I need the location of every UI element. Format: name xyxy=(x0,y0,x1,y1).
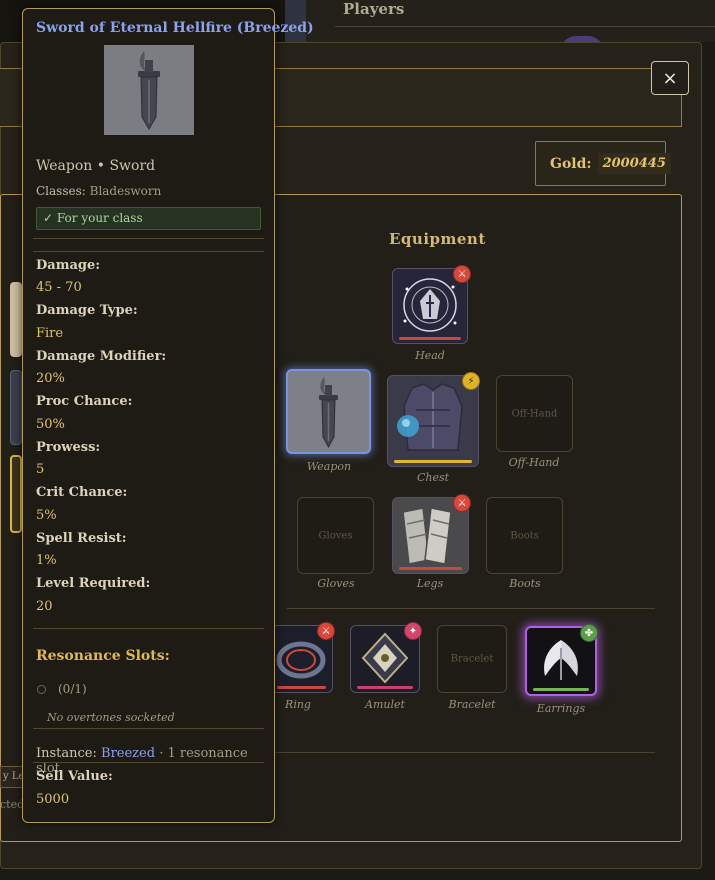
tooltip-divider xyxy=(33,762,264,763)
stat-label: Spell Resist: xyxy=(36,531,127,546)
earrings-durability-bar xyxy=(533,688,589,691)
stat-label: Prowess: xyxy=(36,440,101,455)
legs-caption: Legs xyxy=(416,577,444,590)
amulet-status-badge: ✦ xyxy=(404,622,422,640)
item-type: Weapon • Sword xyxy=(36,158,156,174)
legs-status-badge: ⚔ xyxy=(453,494,471,512)
stat-value: 20% xyxy=(36,371,65,386)
players-title: Players xyxy=(343,0,405,18)
sword-icon xyxy=(319,377,338,449)
tooltip-divider xyxy=(33,728,264,729)
bracelet-placeholder: Bracelet xyxy=(450,653,494,665)
sell-value-label: Sell Value: xyxy=(36,769,113,784)
weapon-caption: Weapon xyxy=(306,460,352,473)
stat-label: Level Required: xyxy=(36,576,151,591)
head-status-badge: ⚔ xyxy=(453,265,471,283)
gold-value: 2000445 xyxy=(597,153,671,174)
amulet-durability-bar xyxy=(357,686,413,689)
stat-value: 20 xyxy=(36,599,53,614)
resonance-title: Resonance Slots: xyxy=(36,648,170,664)
resonance-slot: (0/1) xyxy=(37,682,87,696)
equipment-title: Equipment xyxy=(389,230,486,248)
equipment-bottom-divider xyxy=(275,752,655,753)
resonance-count: (0/1) xyxy=(58,682,87,696)
stat-value: Fire xyxy=(36,326,64,341)
legs-durability-bar xyxy=(399,567,462,570)
stat-value: 45 - 70 xyxy=(36,280,82,295)
gloves-caption: Gloves xyxy=(317,577,355,590)
head-durability-bar xyxy=(399,337,461,340)
chest-status-badge: ⚡ xyxy=(462,372,480,390)
stat-label: Proc Chance: xyxy=(36,394,133,409)
offhand-placeholder: Off-Hand xyxy=(511,408,558,419)
class-compatibility: ✓ For your class xyxy=(36,207,261,230)
gloves-slot[interactable]: Gloves xyxy=(297,497,374,574)
close-button[interactable]: × xyxy=(651,61,689,95)
classes-label: Classes: xyxy=(36,184,86,198)
earrings-caption: Earrings xyxy=(536,702,586,715)
chest-caption: Chest xyxy=(416,471,450,484)
boots-caption: Boots xyxy=(509,577,541,590)
weapon-slot[interactable] xyxy=(286,369,371,454)
ring-status-badge: ⚔ xyxy=(317,622,335,640)
tooltip-divider xyxy=(33,251,264,252)
inventory-item-peek[interactable] xyxy=(10,370,22,445)
inventory-filter-tab[interactable]: y Lef xyxy=(0,766,24,788)
gold-label: Gold: xyxy=(550,155,592,172)
instance-name: Breezed xyxy=(101,746,156,761)
players-divider xyxy=(335,26,715,27)
amulet-caption: Amulet xyxy=(365,698,405,711)
gold-display: Gold: 2000445 xyxy=(535,141,671,186)
offhand-slot[interactable]: Off-Hand xyxy=(496,375,573,452)
instance-label: Instance: xyxy=(36,746,97,761)
tooltip-divider xyxy=(33,238,264,239)
inventory-item-peek-selected[interactable] xyxy=(10,455,22,533)
offhand-caption: Off-Hand xyxy=(508,456,560,469)
ring-durability-bar xyxy=(277,686,326,689)
boots-slot[interactable]: Boots xyxy=(486,497,563,574)
classes-value: Bladesworn xyxy=(89,184,162,198)
inventory-status-text: cted xyxy=(0,798,25,811)
tooltip-divider xyxy=(33,628,264,629)
equipment-divider xyxy=(287,608,655,609)
stat-label: Damage Type: xyxy=(36,303,138,318)
item-name: Sword of Eternal Hellfire (Breezed) xyxy=(36,20,314,36)
stat-label: Crit Chance: xyxy=(36,485,128,500)
stat-value: 5% xyxy=(36,508,57,523)
earrings-status-badge: ✤ xyxy=(580,624,598,642)
stat-value: 5 xyxy=(36,462,45,477)
inventory-item-peek[interactable] xyxy=(10,282,22,357)
stat-label: Damage: xyxy=(36,258,101,273)
head-caption: Head xyxy=(415,349,445,362)
chest-slot[interactable] xyxy=(387,375,479,467)
item-image xyxy=(104,45,194,135)
boots-placeholder: Boots xyxy=(510,530,539,541)
sell-value: 5000 xyxy=(36,792,70,807)
chest-armor-icon xyxy=(397,383,463,451)
bracelet-caption: Bracelet xyxy=(448,698,496,711)
stat-value: 1% xyxy=(36,553,57,568)
item-classes: Classes: Bladesworn xyxy=(36,184,161,198)
bracelet-slot[interactable]: Bracelet xyxy=(437,625,507,693)
no-overtones-text: No overtones socketed xyxy=(47,711,175,724)
stat-label: Damage Modifier: xyxy=(36,349,167,364)
item-tooltip: Sword of Eternal Hellfire (Breezed) Weap… xyxy=(22,8,314,823)
chest-durability-bar xyxy=(394,460,472,463)
stat-value: 50% xyxy=(36,417,65,432)
gloves-placeholder: Gloves xyxy=(318,530,353,541)
sword-icon xyxy=(138,51,160,130)
empty-socket-icon xyxy=(37,685,46,694)
